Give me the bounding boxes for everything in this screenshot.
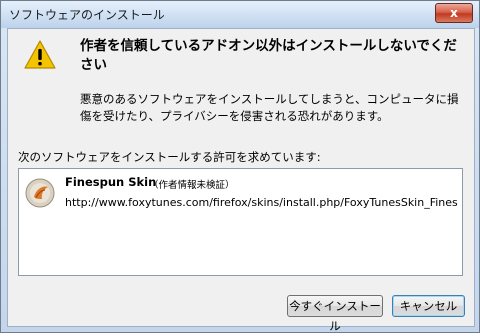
close-button[interactable]: x	[435, 3, 473, 23]
title-bar[interactable]: ソフトウェアのインストール x	[1, 1, 479, 28]
install-dialog: ソフトウェアのインストール x 作者を信頼しているアドオン以外はインストールしな…	[0, 0, 480, 333]
window-title: ソフトウェアのインストール	[9, 8, 165, 22]
addon-skin-icon	[25, 178, 55, 208]
install-now-button[interactable]: 今すぐインストール	[287, 295, 383, 333]
warning-triangle-icon	[24, 40, 56, 69]
item-url: http://www.foxytunes.com/firefox/skins/i…	[65, 196, 458, 209]
list-label: 次のソフトウェアをインストールする許可を求めています:	[18, 150, 321, 164]
item-name: Finespun Skin	[65, 175, 157, 189]
warning-headline: 作者を信頼しているアドオン以外はインストールしないでください	[80, 38, 457, 73]
dialog-content: 作者を信頼しているアドオン以外はインストールしないでください 悪意のあるソフトウ…	[7, 28, 475, 333]
warning-body: 悪意のあるソフトウェアをインストールしてしまうと、コンピュータに損傷を受けたり、…	[80, 92, 459, 123]
cancel-button[interactable]: キャンセル	[392, 295, 465, 317]
close-icon: x	[450, 6, 458, 20]
item-author-note: （作者情報未検証）	[149, 180, 235, 191]
software-list[interactable]: Finespun Skin （作者情報未検証） http://www.foxyt…	[18, 168, 463, 276]
